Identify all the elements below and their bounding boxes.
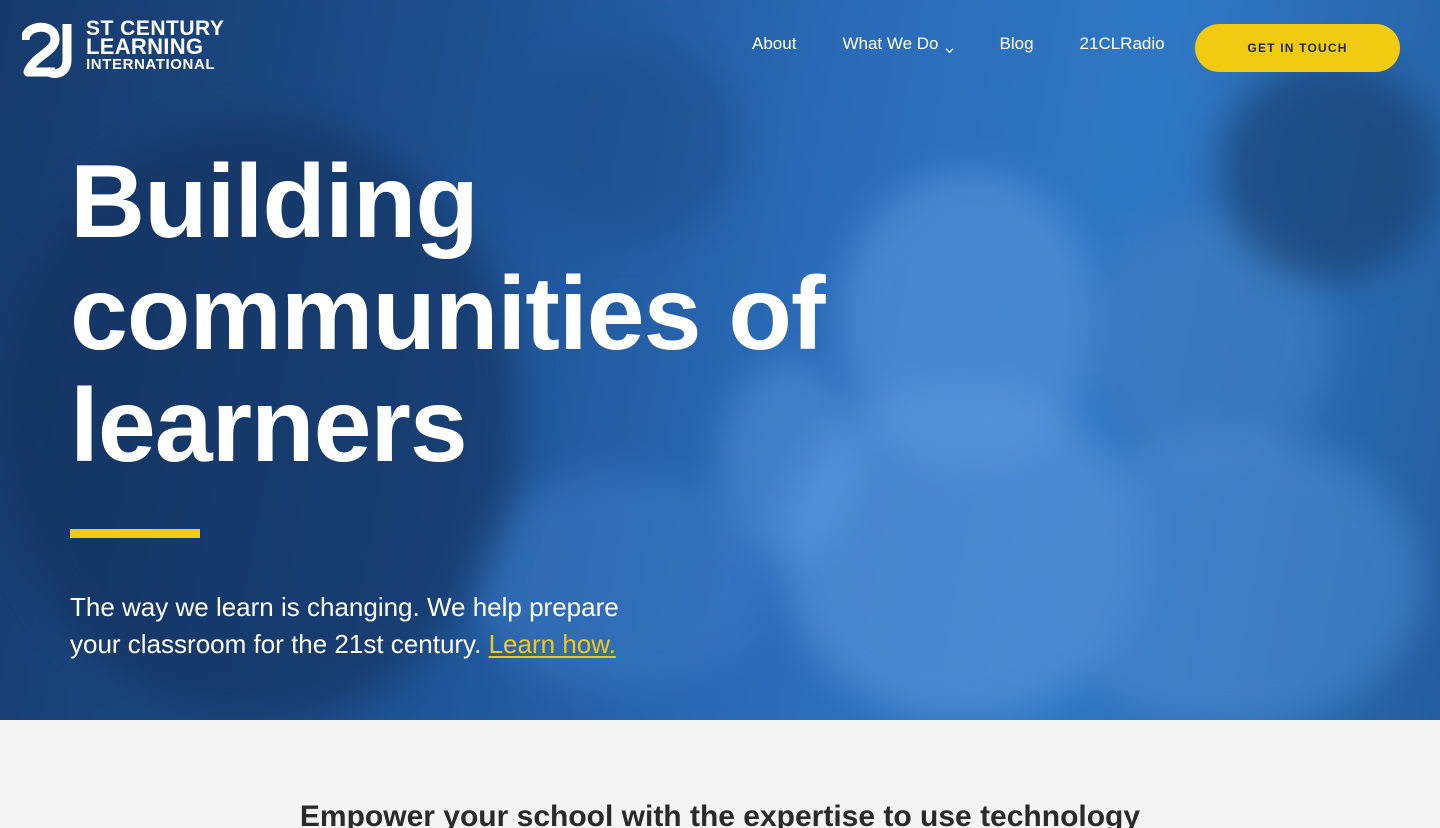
nav-about-label: About: [752, 34, 797, 53]
nav-21clradio[interactable]: 21CLRadio: [1080, 34, 1165, 54]
nav-blog-label: Blog: [999, 34, 1034, 53]
hero-subtext: The way we learn is changing. We help pr…: [70, 589, 630, 663]
nav-21clradio-label: 21CLRadio: [1079, 34, 1165, 53]
hero-headline: Building communities of learners: [70, 146, 870, 482]
main-nav: About What We Do Blog 21CLRadio: [752, 34, 1211, 54]
accent-divider: [70, 529, 200, 538]
nav-about[interactable]: About: [752, 34, 796, 54]
hero-section: ST CENTURY LEARNING INTERNATIONAL About …: [0, 0, 1440, 720]
logo-line-2: LEARNING: [86, 34, 204, 59]
nav-what-we-do[interactable]: What We Do: [842, 34, 954, 54]
headline-line: learners: [70, 368, 468, 484]
nav-what-we-do-label: What We Do: [842, 34, 939, 53]
site-logo[interactable]: ST CENTURY LEARNING INTERNATIONAL: [20, 18, 224, 78]
intro-section: Empower your school with the expertise t…: [0, 720, 1440, 828]
logo-line-3: INTERNATIONAL: [86, 56, 216, 73]
chevron-down-icon: [944, 40, 954, 53]
logo-wordmark: ST CENTURY LEARNING INTERNATIONAL: [86, 18, 224, 74]
headline-line: Building: [70, 144, 479, 260]
background-person-shape: [1220, 60, 1440, 280]
logo-21-mark-icon: [20, 20, 82, 78]
learn-how-link[interactable]: Learn how.: [489, 629, 616, 659]
get-in-touch-button[interactable]: GET IN TOUCH: [1195, 24, 1400, 72]
nav-blog[interactable]: Blog: [1000, 34, 1034, 54]
headline-line: communities of: [70, 256, 826, 372]
section-title: Empower your school with the expertise t…: [299, 800, 1141, 828]
background-person-shape: [1040, 430, 1420, 720]
